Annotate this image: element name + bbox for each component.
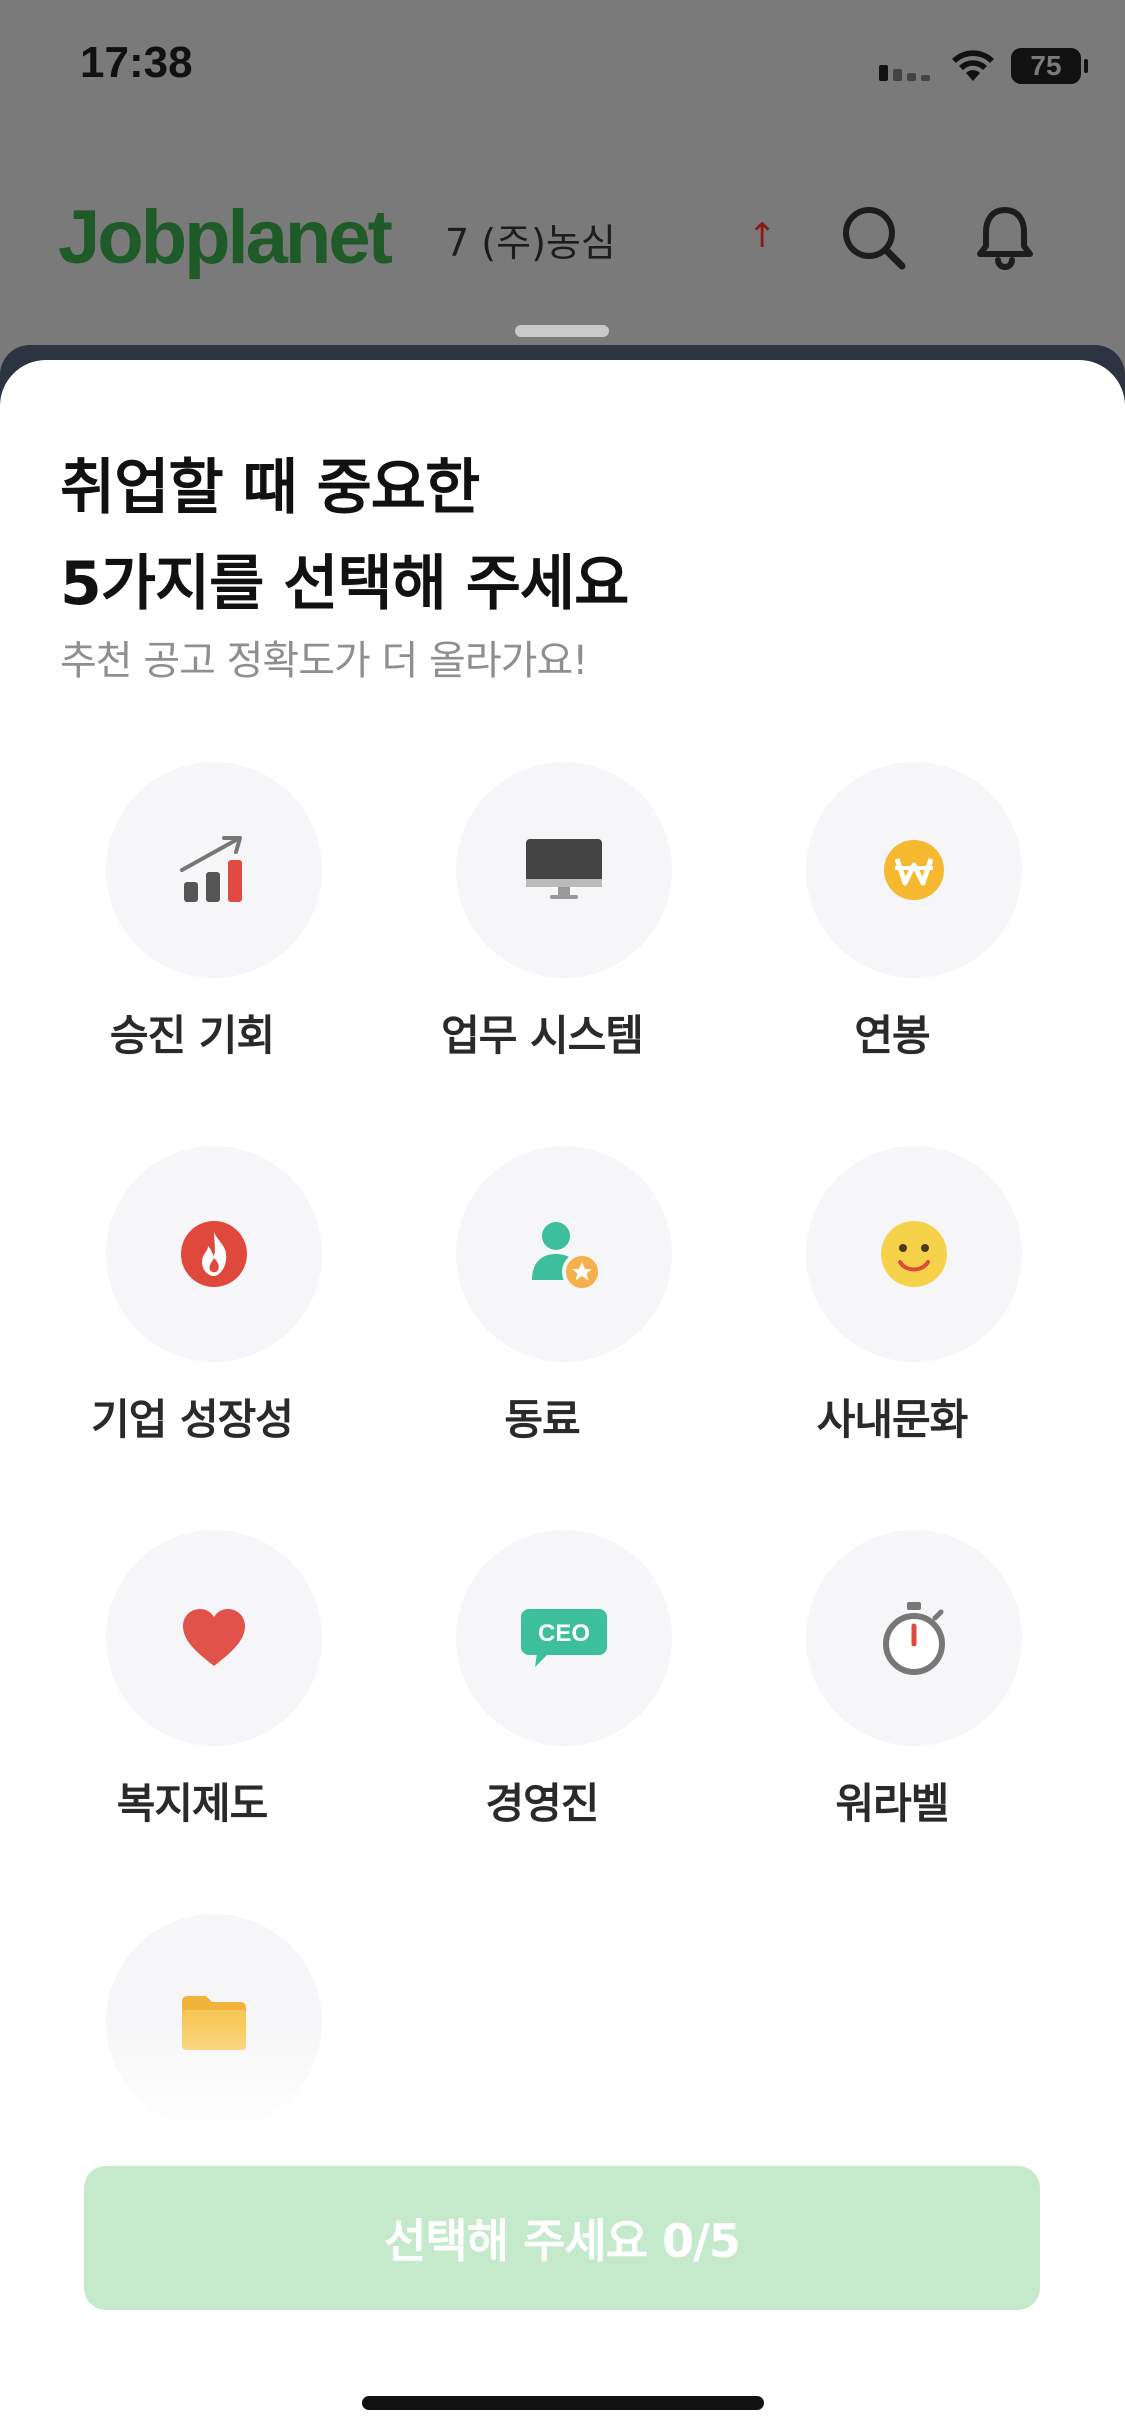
option-colleagues[interactable]: 동료 (392, 1146, 692, 1476)
trend-up-icon: ↑ (748, 216, 777, 256)
sheet-subtitle: 추천 공고 정확도가 더 올라가요! (60, 638, 588, 684)
colleague-star-icon (532, 1222, 602, 1292)
option-work-life-balance[interactable]: 워라벨 (742, 1530, 1042, 1860)
ticker-company: (주)농심 (481, 221, 616, 265)
home-indicator[interactable] (362, 2396, 764, 2410)
option-label: 기업 성장성 (91, 1395, 294, 1444)
trending-company-ticker[interactable]: 7 (주)농심 (445, 212, 616, 267)
option-label: 동료 (504, 1395, 580, 1444)
smile-icon (881, 1221, 947, 1287)
preference-bottom-sheet: 취업할 때 중요한 5가지를 선택해 주세요 추천 공고 정확도가 더 올라가요… (0, 360, 1125, 2436)
status-time: 17:38 (80, 38, 193, 87)
option-label: 승진 기회 (109, 1011, 275, 1060)
option-label: 사내문화 (816, 1395, 969, 1444)
option-welfare[interactable]: 복지제도 (42, 1530, 342, 1860)
option-label: 연봉 (854, 1011, 930, 1060)
won-coin-icon (884, 840, 944, 900)
status-bar: 17:38 75 (0, 0, 1125, 130)
option-icon-circle (106, 1146, 322, 1362)
option-icon-circle (456, 1146, 672, 1362)
battery-indicator: 75 (1011, 48, 1088, 84)
sheet-grabber-handle[interactable] (515, 325, 609, 337)
option-label: 업무 시스템 (441, 1011, 644, 1060)
option-label: 워라벨 (835, 1779, 950, 1828)
monitor-icon (526, 839, 602, 899)
scroll-fade (0, 2020, 1125, 2140)
heart-icon (183, 1609, 245, 1666)
sheet-title-line1: 취업할 때 중요한 (60, 453, 480, 523)
sheet-title: 취업할 때 중요한 5가지를 선택해 주세요 (60, 440, 629, 632)
option-icon-circle (106, 1530, 322, 1746)
wifi-icon (952, 50, 994, 81)
stopwatch-icon (883, 1602, 945, 1675)
option-icon-circle: CEO (456, 1530, 672, 1746)
status-icons: 75 (879, 48, 1088, 84)
ceo-badge-icon: CEO (521, 1609, 607, 1667)
option-label: 경영진 (485, 1779, 600, 1828)
sheet-title-line2: 5가지를 선택해 주세요 (60, 549, 629, 619)
option-salary[interactable]: 연봉 (742, 762, 1042, 1092)
option-culture[interactable]: 사내문화 (742, 1146, 1042, 1476)
search-icon[interactable] (838, 202, 908, 272)
svg-text:CEO: CEO (538, 1620, 590, 1647)
option-label: 복지제도 (116, 1779, 269, 1828)
ticker-rank: 7 (445, 221, 470, 265)
confirm-selection-button[interactable]: 선택해 주세요 0/5 (84, 2166, 1040, 2310)
option-work-system[interactable]: 업무 시스템 (392, 762, 692, 1092)
signal-icon (879, 65, 930, 81)
option-icon-circle (806, 1146, 1022, 1362)
option-icon-circle (456, 762, 672, 978)
app-header: Jobplanet 7 (주)농심 ↑ (0, 180, 1125, 290)
option-icon-circle (106, 762, 322, 978)
option-icon-circle (806, 762, 1022, 978)
option-management[interactable]: CEO 경영진 (392, 1530, 692, 1860)
bell-icon[interactable] (970, 202, 1040, 272)
jobplanet-logo[interactable]: Jobplanet (58, 194, 393, 281)
growth-chart-icon (180, 836, 242, 902)
option-company-growth[interactable]: 기업 성장성 (42, 1146, 342, 1476)
flame-icon (181, 1221, 247, 1287)
option-icon-circle (806, 1530, 1022, 1746)
option-promotion[interactable]: 승진 기회 (42, 762, 342, 1092)
